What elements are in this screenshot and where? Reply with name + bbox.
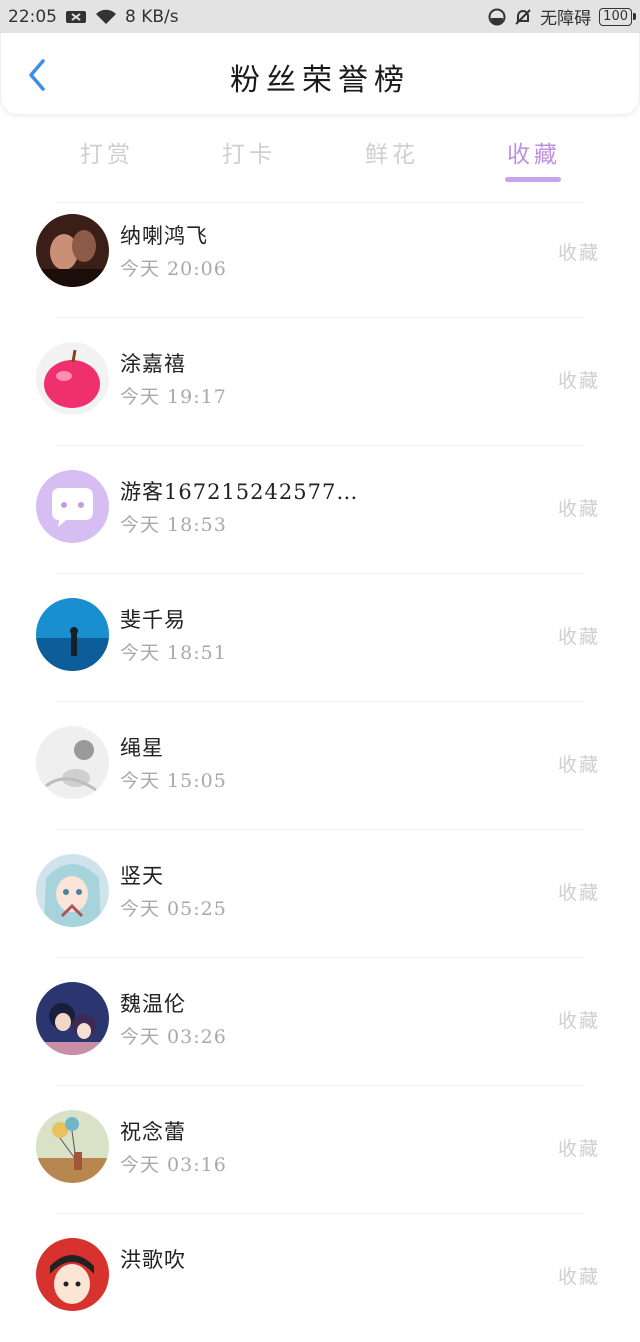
data-saver-icon: [488, 8, 506, 26]
status-time: 22:05: [8, 6, 57, 27]
fan-name: 纳喇鸿飞: [120, 224, 208, 248]
active-tab-indicator: [505, 177, 561, 182]
tab-flowers[interactable]: 鲜花: [365, 135, 419, 169]
action-label: 收藏: [558, 882, 601, 904]
fan-time: 今天 20:06: [120, 258, 227, 280]
list-item[interactable]: 涂嘉禧 今天 19:17 收藏: [0, 318, 640, 446]
fan-name: 绳星: [120, 736, 164, 760]
fan-time: 今天 05:25: [120, 898, 227, 920]
list-item[interactable]: 绳星 今天 15:05 收藏: [0, 702, 640, 830]
notification-x-icon: [65, 9, 87, 25]
fan-name: 涂嘉禧: [120, 352, 186, 376]
action-label: 收藏: [558, 1138, 601, 1160]
list-item[interactable]: 洪歌吹 收藏: [0, 1214, 640, 1342]
action-label: 收藏: [558, 498, 601, 520]
tab-tip[interactable]: 打赏: [80, 135, 134, 169]
accessibility-mode: 无障碍: [540, 9, 592, 29]
avatar: [36, 982, 109, 1055]
action-label: 收藏: [558, 370, 601, 392]
fan-time: 今天 19:17: [120, 386, 227, 408]
avatar: [36, 214, 109, 287]
list-item[interactable]: 魏温伦 今天 03:26 收藏: [0, 958, 640, 1086]
fan-time: 今天 15:05: [120, 770, 227, 792]
fan-time: 今天 03:26: [120, 1026, 227, 1048]
list-item[interactable]: 祝念蕾 今天 03:16 收藏: [0, 1086, 640, 1214]
action-label: 收藏: [558, 626, 601, 648]
wifi-icon: [95, 9, 117, 25]
avatar: [36, 726, 109, 799]
mute-bell-icon: [514, 8, 532, 26]
fan-time: 今天 03:16: [120, 1154, 227, 1176]
fan-name: 游客1672152425773x…: [120, 480, 360, 504]
list-item[interactable]: 斐千易 今天 18:51 收藏: [0, 574, 640, 702]
tab-favorites[interactable]: 收藏: [507, 135, 561, 169]
action-label: 收藏: [558, 1010, 601, 1032]
avatar: [36, 1238, 109, 1311]
fan-name: 斐千易: [120, 608, 186, 632]
fan-name: 祝念蕾: [120, 1120, 186, 1144]
top-app-bar: 粉丝荣誉榜: [0, 33, 640, 115]
tab-checkin[interactable]: 打卡: [222, 135, 276, 169]
list-item[interactable]: 游客1672152425773x… 今天 18:53 收藏: [0, 446, 640, 574]
action-label: 收藏: [558, 1266, 601, 1288]
list-item[interactable]: 纳喇鸿飞 今天 20:06 收藏: [0, 190, 640, 318]
list-item[interactable]: 竖天 今天 05:25 收藏: [0, 830, 640, 958]
action-label: 收藏: [558, 242, 601, 264]
battery-indicator: 100: [599, 7, 636, 26]
avatar: [36, 598, 109, 671]
network-speed: 8 KB/s: [125, 6, 179, 27]
avatar: [36, 342, 109, 415]
fan-time: 今天 18:53: [120, 514, 227, 536]
fan-name: 竖天: [120, 864, 164, 888]
avatar: [36, 854, 109, 927]
fan-name: 洪歌吹: [120, 1248, 186, 1272]
fan-name: 魏温伦: [120, 992, 186, 1016]
avatar: [36, 470, 109, 543]
page-title: 粉丝荣誉榜: [230, 63, 410, 98]
avatar: [36, 1110, 109, 1183]
status-bar: 22:05 8 KB/s 无障碍 100: [0, 0, 640, 33]
tab-bar: 打赏 打卡 鲜花 收藏: [0, 125, 640, 185]
action-label: 收藏: [558, 754, 601, 776]
fan-time: 今天 18:51: [120, 642, 227, 664]
